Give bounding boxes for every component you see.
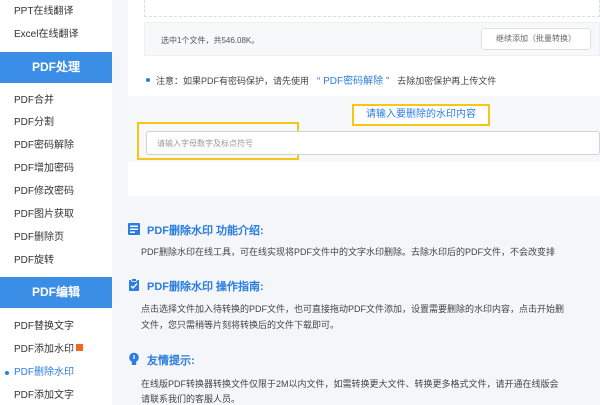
guide-text-line1: 点击选择文件加入待转换的PDF文件，也可直接拖动PDF文件添加，设置需要删除的水… (141, 304, 565, 314)
notice-suffix: 去除加密保护再上传文件 (397, 76, 497, 86)
main-content: 选中1个文件，共546.08K。 继续添加（批量转换） 注意：如果PDF有密码保… (112, 0, 600, 405)
hot-badge-icon (76, 344, 83, 351)
watermark-label: 请输入要删除的水印内容 (352, 104, 490, 126)
sidebar-item-pdf-add-text[interactable]: PDF添加文字 (0, 389, 112, 403)
guide-title: PDF删除水印 操作指南: (147, 281, 264, 293)
sidebar-header-pdf-edit[interactable]: PDF编辑 (0, 277, 112, 308)
intro-icon (128, 223, 140, 235)
lightbulb-icon (129, 352, 139, 365)
tip-text-line2: 请联系我们的客服人员。 (141, 394, 241, 404)
tip-text-line1: 在线版PDF转换器转换文件仅限于2M以内文件，如需转换更大文件、转换更多格式文件… (141, 379, 559, 389)
notice-prefix: 注意：如果PDF有密码保护，请先使用 (156, 76, 310, 86)
intro-text: PDF删除水印在线工具，可在线实现将PDF文件中的文字水印删除。去除水印后的PD… (141, 247, 556, 257)
sidebar-item-pdf-extract-images[interactable]: PDF图片获取 (0, 208, 112, 222)
sidebar-item-excel-translate[interactable]: Excel在线翻译 (0, 28, 112, 42)
tip-title: 友情提示: (147, 355, 195, 367)
sidebar-item-pdf-rotate[interactable]: PDF旋转 (0, 254, 112, 268)
watermark-input[interactable] (146, 131, 600, 155)
sidebar-item-ppt-translate[interactable]: PPT在线翻译 (0, 5, 112, 19)
app-root: PPT在线翻译 Excel在线翻译 PDF处理 PDF合并 PDF分割 PDF密… (0, 0, 600, 405)
active-dot-icon (5, 371, 9, 375)
sidebar-item-label: PDF添加水印 (14, 344, 74, 355)
sidebar-item-pdf-add-password[interactable]: PDF增加密码 (0, 162, 112, 176)
sidebar-item-pdf-replace-text[interactable]: PDF替换文字 (0, 320, 112, 334)
sidebar-item-label: PDF删除水印 (14, 367, 74, 378)
guide-text-line2: 文件，您只需稍等片刻将转换后的文件下载即可。 (141, 320, 340, 330)
sidebar-item-pdf-change-password[interactable]: PDF修改密码 (0, 185, 112, 199)
sidebar-item-pdf-delete-pages[interactable]: PDF删除页 (0, 231, 112, 245)
file-info-text: 选中1个文件，共546.08K。 (161, 36, 260, 45)
sidebar-item-pdf-unlock[interactable]: PDF密码解除 (0, 139, 112, 153)
guide-icon (129, 278, 139, 291)
password-notice: 注意：如果PDF有密码保护，请先使用 “ PDF密码解除 ” 去除加密保护再上传文件 (146, 72, 496, 87)
drop-zone[interactable] (144, 0, 600, 17)
sidebar-item-pdf-remove-watermark[interactable]: PDF删除水印 (0, 366, 112, 380)
sidebar: PPT在线翻译 Excel在线翻译 PDF处理 PDF合并 PDF分割 PDF密… (0, 0, 112, 405)
bullet-icon (146, 78, 150, 82)
sidebar-item-pdf-add-watermark[interactable]: PDF添加水印 (0, 343, 112, 357)
intro-title: PDF删除水印 功能介绍: (147, 225, 264, 237)
continue-add-button[interactable]: 继续添加（批量转换） (481, 28, 591, 50)
sidebar-header-pdf-process[interactable]: PDF处理 (0, 52, 112, 83)
sidebar-item-pdf-split[interactable]: PDF分割 (0, 116, 112, 130)
pdf-unlock-link[interactable]: “ PDF密码解除 ” (317, 76, 389, 87)
file-status-bar: 选中1个文件，共546.08K。 继续添加（批量转换） (144, 22, 600, 56)
sidebar-item-pdf-merge[interactable]: PDF合并 (0, 94, 112, 108)
